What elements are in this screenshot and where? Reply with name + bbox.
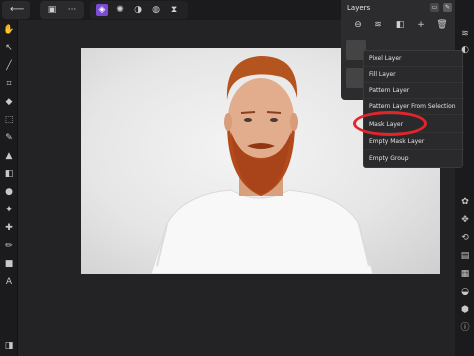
back-button[interactable]: ⟵ <box>2 1 30 19</box>
adjustments-studio-icon[interactable]: ◒ <box>458 286 472 298</box>
navigator-studio-icon[interactable]: ▤ <box>458 250 472 262</box>
develop-persona-icon[interactable]: ◑ <box>132 4 144 16</box>
left-tools-bar: ✋ ↖ ╱ ⌗ ◆ ⬚ ✎ ▲ ◧ ● ✦ ✚ ✏ ■ A ◨ <box>0 20 18 356</box>
brushes-studio-icon[interactable]: ✿ <box>458 196 472 208</box>
layer-stack-icon[interactable]: ≋ <box>372 19 384 31</box>
menu-item-fill-layer[interactable]: Fill Layer <box>364 67 464 83</box>
more-icon[interactable]: ··· <box>66 4 78 16</box>
persona-switcher: ◈ ✺ ◑ ◍ ⧗ <box>90 1 188 19</box>
flood-select-icon[interactable]: ◆ <box>2 96 16 108</box>
menu-item-empty-mask-layer[interactable]: Empty Mask Layer <box>364 134 464 150</box>
highlight-circle <box>353 111 427 136</box>
transform-studio-icon[interactable]: ✥ <box>458 214 472 226</box>
info-studio-icon[interactable]: ⓘ <box>458 322 472 334</box>
delete-layer-icon[interactable]: 🗑 <box>436 19 448 31</box>
layer-opacity-icon[interactable]: ⊖ <box>352 19 364 31</box>
menu-item-pattern-layer[interactable]: Pattern Layer <box>364 83 464 99</box>
selection-brush-icon[interactable]: ╱ <box>2 60 16 72</box>
crop-tool-icon[interactable]: ⌗ <box>2 78 16 90</box>
color-swatch-icon[interactable]: ◨ <box>2 340 16 352</box>
menu-item-empty-group[interactable]: Empty Group <box>364 151 464 167</box>
document-toolbar-group: ▣ ··· <box>40 1 84 19</box>
panel-options-icon[interactable]: ▭ <box>430 3 439 12</box>
channels-studio-icon[interactable]: ▦ <box>458 268 472 280</box>
add-layer-icon[interactable]: + <box>415 19 427 31</box>
move-tool-icon[interactable]: ↖ <box>2 42 16 54</box>
menu-item-pixel-layer[interactable]: Pixel Layer <box>364 51 464 67</box>
export-persona-icon[interactable]: ⧗ <box>168 4 180 16</box>
erase-brush-icon[interactable]: ◧ <box>2 168 16 180</box>
dodge-brush-icon[interactable]: ● <box>2 186 16 198</box>
layers-panel-title: Layers <box>347 4 371 12</box>
color-picker-icon[interactable]: ✎ <box>2 132 16 144</box>
add-layer-menu: Pixel Layer Fill Layer Pattern Layer Pat… <box>363 50 464 168</box>
healing-brush-icon[interactable]: ✚ <box>2 222 16 234</box>
photo-persona-icon[interactable]: ◈ <box>96 4 108 16</box>
layers-studio-icon[interactable]: ≋ <box>458 28 472 40</box>
rectangle-tool-icon[interactable]: ■ <box>2 258 16 270</box>
arrow-left-icon: ⟵ <box>10 4 25 15</box>
history-studio-icon[interactable]: ⟲ <box>458 232 472 244</box>
clone-brush-icon[interactable]: ✦ <box>2 204 16 216</box>
view-tool-icon[interactable]: ✋ <box>2 24 16 36</box>
adjustment-layer-icon[interactable]: ◧ <box>394 19 406 31</box>
effects-studio-icon[interactable]: ⬢ <box>458 304 472 316</box>
smudge-brush-icon[interactable]: ✏ <box>2 240 16 252</box>
text-tool-icon[interactable]: A <box>2 276 16 288</box>
document-icon[interactable]: ▣ <box>46 4 58 16</box>
tone-mapping-persona-icon[interactable]: ◍ <box>150 4 162 16</box>
panel-close-icon[interactable]: ✎ <box>443 3 452 12</box>
marquee-tool-icon[interactable]: ⬚ <box>2 114 16 126</box>
liquify-persona-icon[interactable]: ✺ <box>114 4 126 16</box>
paint-brush-icon[interactable]: ▲ <box>2 150 16 162</box>
affinity-photo-window: ⟵ ▣ ··· ◈ ✺ ◑ ◍ ⧗ ✋ ↖ ╱ ⌗ ◆ ⬚ ✎ ▲ ◧ ● ✦ … <box>0 0 474 356</box>
